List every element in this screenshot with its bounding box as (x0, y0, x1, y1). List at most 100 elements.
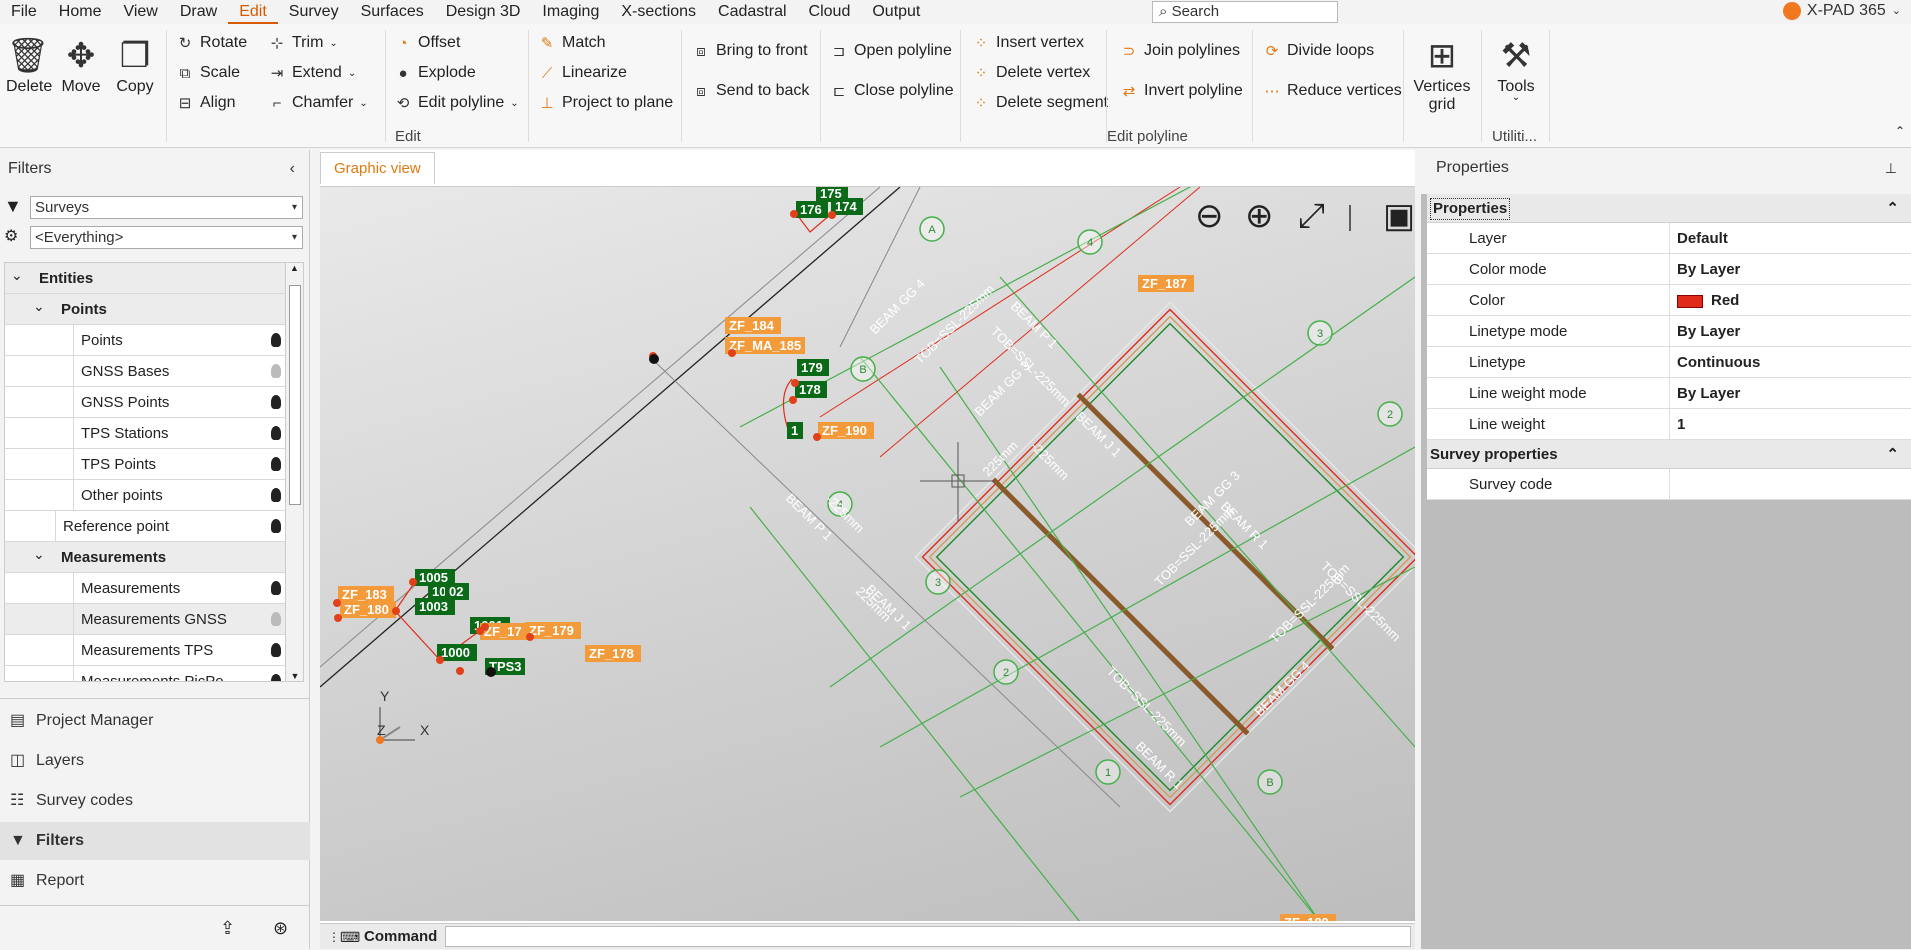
collapse-panel-icon[interactable]: ‹ (290, 150, 295, 188)
menu-edit[interactable]: Edit (228, 0, 278, 24)
bring-to-front-button[interactable]: ⧈ Bring to front (692, 42, 807, 60)
menu-cadastral[interactable]: Cadastral (707, 0, 797, 24)
survey-point[interactable] (790, 210, 798, 218)
reduce-vertices-button[interactable]: ⋯ Reduce vertices (1263, 82, 1402, 100)
insert-vertex-button[interactable]: ⁘ Insert vertex (972, 34, 1084, 52)
drawing-viewport[interactable]: A 4 B 3 2 4 3 2 1 B BEAM GG 4 TOB=SSL-225mm BEAM P 1… (320, 186, 1415, 921)
scroll-down-icon[interactable]: ▼ (286, 671, 303, 681)
tree-row[interactable]: GNSS Bases (5, 356, 303, 387)
brand[interactable]: X-PAD 365 ⌄ (1782, 0, 1901, 22)
tps-station-point[interactable] (486, 667, 496, 677)
visibility-bulb-icon[interactable] (271, 364, 281, 378)
tree-row[interactable]: Measurements (5, 573, 303, 604)
visibility-bulb-icon[interactable] (271, 395, 281, 409)
network-icon[interactable]: ⊛ (273, 918, 288, 939)
vertices-grid-button[interactable]: ⊞ Vertices grid (1411, 34, 1473, 114)
survey-point[interactable] (476, 627, 484, 635)
tree-scrollbar[interactable]: ▲ ▼ (285, 263, 303, 681)
extend-button[interactable]: ⇥ Extend ⌄ (268, 64, 357, 82)
survey-point[interactable] (828, 211, 836, 219)
tree-row[interactable]: TPS Points (5, 449, 303, 480)
grid-line[interactable] (859, 356, 1320, 921)
visibility-bulb-icon[interactable] (271, 643, 281, 657)
property-row[interactable]: Color mode By Layer (1427, 254, 1911, 285)
menu-draw[interactable]: Draw (169, 0, 228, 24)
survey-point[interactable] (436, 656, 444, 664)
drawing-canvas[interactable]: A4B324321BBEAM GG 4TOB=SSL-225mm BEAM P 1… (320, 187, 1415, 921)
visibility-bulb-icon[interactable] (271, 333, 281, 347)
tree-row[interactable]: Measurements GNSS (5, 604, 303, 635)
visibility-bulb-icon[interactable] (271, 488, 281, 502)
properties-section[interactable]: Properties ⌃ (1427, 194, 1911, 223)
property-row[interactable]: Survey code (1427, 469, 1911, 500)
property-row[interactable]: Line weight 1 (1427, 409, 1911, 440)
scroll-up-icon[interactable]: ▲ (286, 263, 303, 277)
tree-row[interactable]: ⌄ Points (5, 294, 303, 325)
close-polyline-button[interactable]: ⊏ Close polyline (830, 82, 954, 100)
menu-surfaces[interactable]: Surfaces (350, 0, 435, 24)
survey-point[interactable] (333, 599, 341, 607)
survey-point[interactable] (409, 578, 417, 586)
chevron-down-icon[interactable]: ⌄ (11, 263, 23, 291)
survey-point[interactable] (789, 396, 797, 404)
divide-loops-button[interactable]: ⟳ Divide loops (1263, 42, 1374, 60)
menu-view[interactable]: View (112, 0, 168, 24)
delete-button[interactable]: 🗑 Delete (6, 34, 52, 96)
property-row[interactable]: Color Red (1427, 285, 1911, 316)
project-to-plane-button[interactable]: ⊥ Project to plane (538, 94, 673, 112)
visibility-bulb-icon[interactable] (271, 674, 281, 681)
delete-segment-button[interactable]: ⁘ Delete segment (972, 94, 1108, 112)
linearize-button[interactable]: ⟋ Linearize (538, 64, 627, 82)
visibility-bulb-icon[interactable] (271, 519, 281, 533)
menu-cloud[interactable]: Cloud (798, 0, 862, 24)
polyline[interactable] (649, 356, 1121, 808)
align-button[interactable]: ⊟ Align (176, 94, 236, 112)
nav-report[interactable]: ▦ Report (0, 862, 310, 900)
nav-filters[interactable]: ▼ Filters (0, 822, 310, 860)
menu-x-sections[interactable]: X-sections (610, 0, 707, 24)
property-row[interactable]: Linetype mode By Layer (1427, 316, 1911, 347)
tools-button[interactable]: ⚒ Tools ⌄ (1492, 34, 1540, 103)
move-button[interactable]: ✥ Move (59, 34, 103, 96)
survey-point[interactable] (728, 349, 736, 357)
search-box[interactable]: ⌕ Search (1152, 1, 1338, 23)
command-input[interactable] (445, 926, 1411, 947)
nav-layers[interactable]: ◫ Layers (0, 742, 310, 780)
property-row[interactable]: Linetype Continuous (1427, 347, 1911, 378)
rotate-button[interactable]: ↻ Rotate (176, 34, 247, 52)
nav-survey-codes[interactable]: ☷ Survey codes (0, 782, 310, 820)
tree-row[interactable]: Other points (5, 480, 303, 511)
visibility-bulb-icon[interactable] (271, 581, 281, 595)
survey-filter-dropdown[interactable]: Surveys ▾ (30, 196, 303, 219)
match-button[interactable]: ✎ Match (538, 34, 606, 52)
pin-icon[interactable]: ⊥ (1885, 150, 1897, 186)
collapse-section-icon[interactable]: ⌃ (1886, 194, 1899, 223)
collapse-section-icon[interactable]: ⌃ (1886, 440, 1899, 469)
zoom-window-icon[interactable]: ⊕ (1245, 197, 1274, 235)
chevron-down-icon[interactable]: ⌄ (33, 291, 45, 322)
property-row[interactable]: Layer Default (1427, 223, 1911, 254)
trim-button[interactable]: ⊹ Trim ⌄ (268, 34, 338, 52)
visibility-bulb-icon[interactable] (271, 457, 281, 471)
grid-line[interactable] (749, 506, 1080, 921)
menu-design-3d[interactable]: Design 3D (435, 0, 532, 24)
survey-point[interactable] (334, 614, 342, 622)
chevron-down-icon[interactable]: ⌄ (33, 539, 45, 570)
survey-point[interactable] (813, 433, 821, 441)
invert-polyline-button[interactable]: ⇄ Invert polyline (1120, 82, 1243, 100)
entity-filter-dropdown[interactable]: <Everything> ▾ (30, 226, 303, 249)
beam-gg3[interactable] (991, 477, 1250, 736)
survey-point[interactable] (649, 354, 659, 364)
explode-button[interactable]: ● Explode (394, 64, 475, 82)
tab-graphic-view[interactable]: Graphic view (320, 152, 435, 184)
scale-button[interactable]: ⧉ Scale (176, 64, 240, 82)
grid-line[interactable] (959, 566, 1415, 798)
tree-row[interactable]: Points (5, 325, 303, 356)
nav-project-manager[interactable]: ▤ Project Manager (0, 702, 310, 740)
tree-row[interactable]: ⌄ Entities (5, 263, 303, 294)
tree-row[interactable]: Reference point (5, 511, 303, 542)
zoom-out-icon[interactable]: ⊖ (1195, 197, 1224, 235)
visibility-bulb-icon[interactable] (271, 612, 281, 626)
survey-point[interactable] (526, 633, 534, 641)
send-to-back-button[interactable]: ⧈ Send to back (692, 82, 809, 100)
